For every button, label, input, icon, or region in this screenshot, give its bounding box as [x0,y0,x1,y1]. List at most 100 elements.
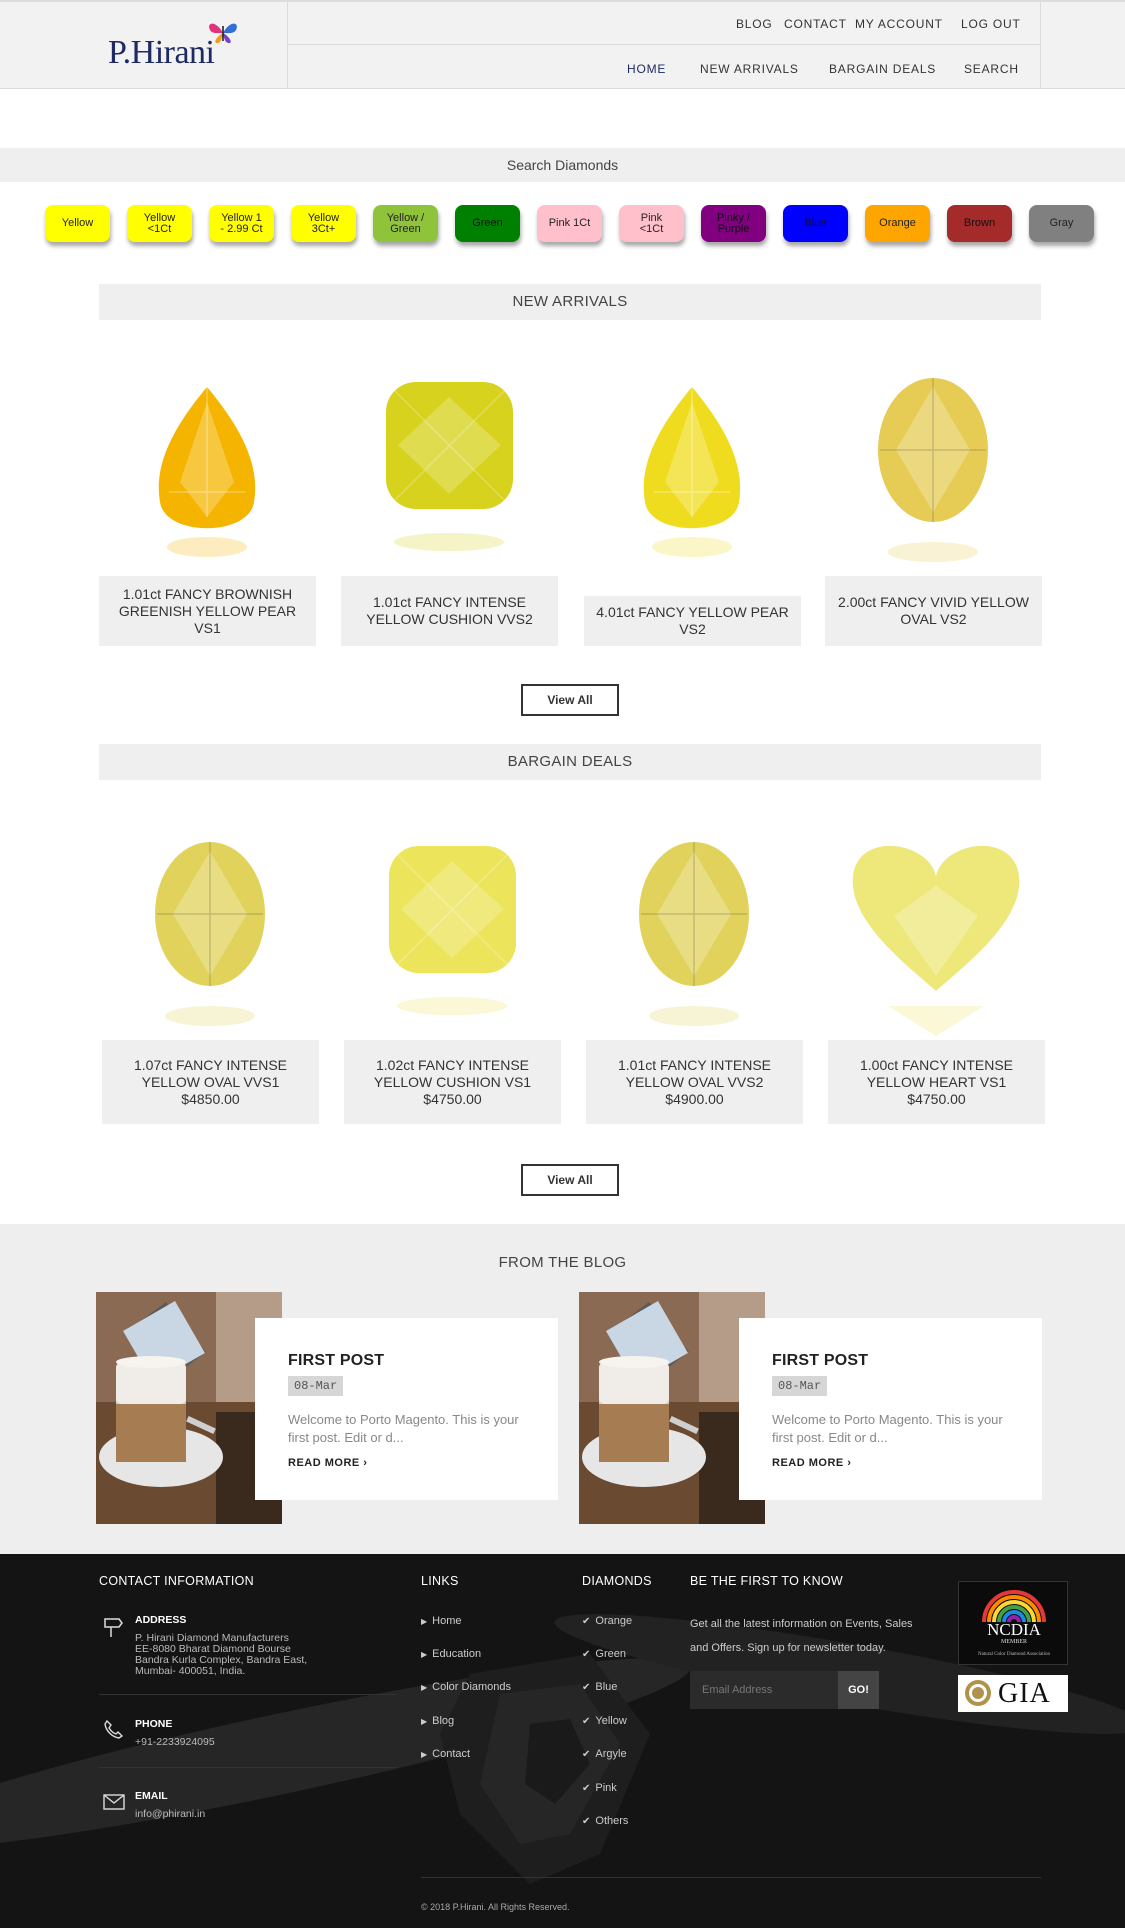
color-filter-label: Yellow / Green [386,211,425,235]
nav-blog-link[interactable]: BLOG [736,17,773,31]
email-label: EMAIL [135,1790,168,1802]
logo-text[interactable]: P.Hirani [108,34,215,72]
diamonds-title: DIAMONDS [582,1574,652,1588]
email-address[interactable]: info@phirani.in [135,1809,205,1820]
butterfly-logo-icon [209,23,237,44]
read-more-label: READ MORE [288,1457,360,1469]
product-caption[interactable]: 1.00ct FANCY INTENSE YELLOW HEART VS1 $47… [828,1040,1045,1124]
color-filter-button[interactable]: Gray [1029,205,1094,242]
footer-diamond-link[interactable]: ✔ Green [582,1648,626,1660]
footer-link[interactable]: ▶ Contact [421,1748,470,1760]
cushion-icon [341,342,558,576]
product-name: 2.00ct FANCY VIVID YELLOW OVAL VS2 [838,594,1029,627]
product-image[interactable] [344,806,561,1040]
footer-link-label: Color Diamonds [432,1681,512,1693]
color-filter-label: Green [472,217,503,229]
blog-post-date: 08-Mar [772,1376,828,1396]
footer-link[interactable]: ▶ Home [421,1615,462,1627]
product-caption[interactable]: 1.02ct FANCY INTENSE YELLOW CUSHION VS1 $… [344,1040,561,1124]
new-arrivals-view-all-button[interactable]: View All [521,684,619,716]
product-name: 1.02ct FANCY INTENSE YELLOW CUSHION VS1 [373,1056,532,1090]
bargain-deals-view-all-button[interactable]: View All [521,1164,619,1196]
color-filter-button[interactable]: Yellow <1Ct [127,205,192,242]
product-image[interactable] [586,806,803,1040]
nav-home-link[interactable]: HOME [627,62,666,76]
footer-link[interactable]: ▶ Education [421,1648,481,1660]
footer-diamond-label: Others [595,1815,629,1827]
caret-right-icon: ▶ [421,1617,428,1626]
checkmark-icon: ✔ [582,1716,591,1727]
color-filter-button[interactable]: Blue [783,205,848,242]
ncdia-badge[interactable]: NCDIA MEMBER Natural Color Diamond Assoc… [958,1581,1068,1665]
blog-post-image[interactable] [579,1292,765,1524]
product-image[interactable] [341,342,558,576]
product-image[interactable] [828,806,1045,1040]
footer-diamond-link[interactable]: ✔ Pink [582,1782,617,1794]
product-image[interactable] [825,342,1042,576]
color-filter-button[interactable]: Green [455,205,520,242]
nav-logout-link[interactable]: LOG OUT [961,17,1021,31]
blog-post-excerpt: Welcome to Porto Magento. This is your f… [772,1412,1003,1445]
blog-title: FROM THE BLOG [498,1254,627,1271]
color-filter-button[interactable]: Yellow [45,205,110,242]
checkmark-icon: ✔ [582,1682,591,1693]
caret-right-icon: ▶ [421,1717,428,1726]
footer-diamond-link[interactable]: ✔ Others [582,1815,628,1827]
nav-contact-link[interactable]: CONTACT [784,17,847,31]
color-filter-button[interactable]: Yellow / Green [373,205,438,242]
logo-box[interactable]: P.Hirani [100,2,288,89]
phone-label: PHONE [135,1718,173,1730]
product-price: $4900.00 [665,1090,724,1107]
color-filter-button[interactable]: Pinky / Purple [701,205,766,242]
product-image[interactable] [102,806,319,1040]
copyright-text: © 2018 P.Hirani. All Rights Reserved. [421,1902,570,1912]
product-caption[interactable]: 2.00ct FANCY VIVID YELLOW OVAL VS2 [825,576,1042,646]
product-image[interactable] [584,342,801,576]
footer-diamond-link[interactable]: ✔ Argyle [582,1748,627,1760]
nav-bargain-deals-link[interactable]: BARGAIN DEALS [829,62,936,76]
color-filter-button[interactable]: Brown [947,205,1012,242]
footer-diamond-label: Blue [595,1681,618,1693]
nav-my-account-link[interactable]: MY ACCOUNT [855,17,943,31]
ncdia-member-text: MEMBER [1000,1639,1027,1645]
product-caption[interactable]: 1.01ct FANCY INTENSE YELLOW CUSHION VVS2 [341,576,558,646]
footer-diamond-link[interactable]: ✔ Orange [582,1615,632,1627]
color-filter-label: Yellow 3Ct+ [307,211,340,235]
cushion-icon [344,806,561,1040]
divider [99,1694,397,1695]
blog-post-title[interactable]: FIRST POST [772,1352,868,1370]
read-more-link[interactable]: READ MORE › [288,1457,367,1469]
product-caption[interactable]: 4.01ct FANCY YELLOW PEAR VS2 [584,596,801,646]
color-filter-label: Orange [879,217,916,229]
product-price: $4850.00 [181,1090,240,1107]
nav-new-arrivals-link[interactable]: NEW ARRIVALS [700,62,799,76]
footer-diamond-link[interactable]: ✔ Blue [582,1681,617,1693]
color-filter-button[interactable]: Yellow 3Ct+ [291,205,356,242]
caret-right-icon: ▶ [421,1683,428,1692]
nav-search-link[interactable]: SEARCH [964,62,1019,76]
footer-link[interactable]: ▶ Blog [421,1715,454,1727]
product-image[interactable] [99,342,316,576]
contact-info-title: CONTACT INFORMATION [99,1574,254,1588]
footer-diamond-link[interactable]: ✔ Yellow [582,1715,627,1727]
product-name: 4.01ct FANCY YELLOW PEAR VS2 [596,604,789,637]
product-caption[interactable]: 1.01ct FANCY BROWNISH GREENISH YELLOW PE… [99,576,316,646]
color-filter-button[interactable]: Yellow 1 - 2.99 Ct [209,205,274,242]
read-more-link[interactable]: READ MORE › [772,1457,851,1469]
blog-post-title[interactable]: FIRST POST [288,1352,384,1370]
product-caption[interactable]: 1.01ct FANCY INTENSE YELLOW OVAL VVS2 $49… [586,1040,803,1124]
top-nav: BLOG CONTACT MY ACCOUNT LOG OUT [288,2,1040,45]
caret-right-icon: ▶ [421,1750,428,1759]
newsletter-email-input[interactable] [690,1671,838,1709]
gia-badge[interactable]: GIA [958,1675,1068,1712]
color-filter-button[interactable]: Orange [865,205,930,242]
phone-number[interactable]: +91-2233924095 [135,1737,215,1748]
footer-link[interactable]: ▶ Color Diamonds [421,1681,511,1693]
ncdia-sub-text: Natural Color Diamond Association [977,1652,1051,1657]
product-caption[interactable]: 1.07ct FANCY INTENSE YELLOW OVAL VVS1 $48… [102,1040,319,1124]
newsletter-go-button[interactable]: GO! [838,1671,879,1709]
footer-link-label: Education [432,1648,482,1660]
search-diamonds-bar: Search Diamonds [0,148,1125,182]
color-filter-button[interactable]: Pink 1Ct [537,205,602,242]
color-filter-button[interactable]: Pink <1Ct [619,205,684,242]
